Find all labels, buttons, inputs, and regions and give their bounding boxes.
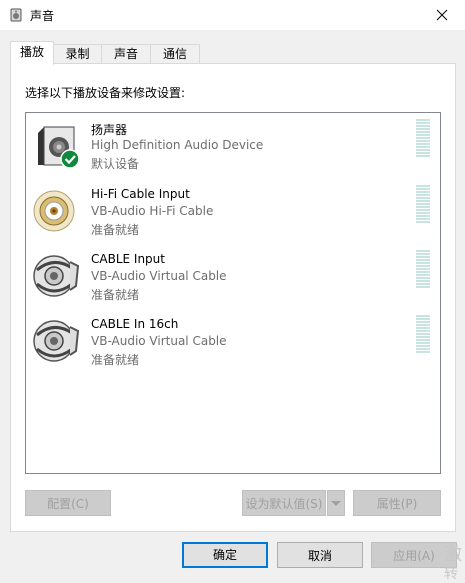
device-item-cable-input[interactable]: CABLE Input VB-Audio Virtual Cable 准备就绪 <box>26 244 440 308</box>
device-status: 准备就绪 <box>91 223 140 237</box>
device-description: VB-Audio Hi-Fi Cable <box>91 204 214 218</box>
volume-meter <box>416 119 430 159</box>
volume-meter <box>416 315 430 355</box>
configure-button[interactable]: 配置(C) <box>25 490 111 516</box>
device-list[interactable]: 扬声器 High Definition Audio Device 默认设备 Hi… <box>25 112 441 474</box>
tab-panel: 选择以下播放设备来修改设置: 扬声器 High Definition Audio… <box>10 63 456 532</box>
device-name: CABLE In 16ch <box>91 317 179 331</box>
instruction-text: 选择以下播放设备来修改设置: <box>25 86 186 100</box>
volume-meter <box>416 250 430 290</box>
device-name: 扬声器 <box>91 123 128 137</box>
tab-communications[interactable]: 通信 <box>150 44 200 64</box>
device-item-speakers[interactable]: 扬声器 High Definition Audio Device 默认设备 <box>26 113 440 177</box>
chevron-down-icon <box>331 501 341 506</box>
title-bar: 声音 <box>0 0 465 30</box>
volume-meter <box>416 185 430 225</box>
rca-plug-icon <box>33 190 75 232</box>
virtual-cable-icon <box>33 320 80 362</box>
activation-watermark-line2: 转 <box>444 566 458 582</box>
device-description: High Definition Audio Device <box>91 138 264 152</box>
device-item-hifi-cable-input[interactable]: Hi-Fi Cable Input VB-Audio Hi-Fi Cable 准… <box>26 179 440 243</box>
window-title: 声音 <box>30 9 55 23</box>
device-item-cable-in-16ch[interactable]: CABLE In 16ch VB-Audio Virtual Cable 准备就… <box>26 309 440 373</box>
close-button[interactable] <box>419 0 465 30</box>
speaker-default-icon <box>38 126 80 169</box>
device-status: 准备就绪 <box>91 353 140 367</box>
tab-sounds[interactable]: 声音 <box>101 44 151 64</box>
device-status: 默认设备 <box>91 157 140 171</box>
close-icon <box>436 9 448 21</box>
device-name: CABLE Input <box>91 252 165 266</box>
device-description: VB-Audio Virtual Cable <box>91 269 227 283</box>
tab-recording[interactable]: 录制 <box>53 44 102 64</box>
device-name: Hi-Fi Cable Input <box>91 187 190 201</box>
device-status: 准备就绪 <box>91 288 140 302</box>
tab-playback[interactable]: 播放 <box>10 41 54 65</box>
virtual-cable-icon <box>33 255 80 297</box>
device-description: VB-Audio Virtual Cable <box>91 334 227 348</box>
ok-button[interactable]: 确定 <box>182 542 268 568</box>
properties-button[interactable]: 属性(P) <box>353 490 441 516</box>
set-default-dropdown-button[interactable] <box>327 490 345 516</box>
cancel-button[interactable]: 取消 <box>277 542 363 568</box>
speaker-icon <box>10 8 22 22</box>
set-default-button[interactable]: 设为默认值(S) <box>242 490 326 516</box>
